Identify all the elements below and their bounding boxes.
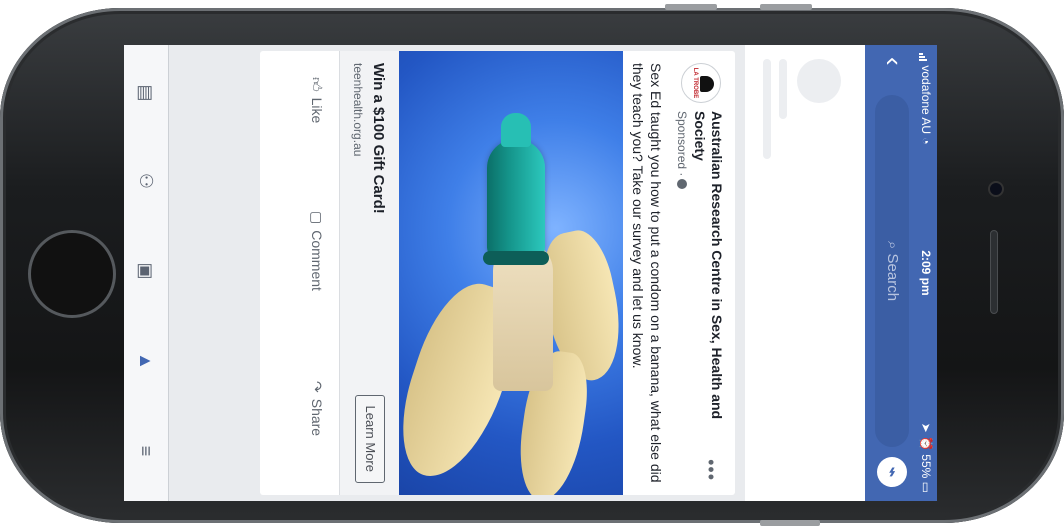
globe-icon xyxy=(677,179,687,190)
phone-frame: vodafone AU ◔ 2:09 pm ➤ ⏰ 55% ▭ ‹ ⌕ Sear… xyxy=(0,4,1064,526)
search-input[interactable]: ⌕ Search xyxy=(875,95,909,447)
volume-button xyxy=(760,4,812,10)
share-icon: ↷ xyxy=(309,381,325,393)
ad-link-footer[interactable]: Win a $100 Gift Card! teenhealth.org.au … xyxy=(339,51,399,495)
search-icon: ⌕ xyxy=(884,240,901,250)
earpiece-speaker xyxy=(990,230,998,314)
rotated-content: vodafone AU ◔ 2:09 pm ➤ ⏰ 55% ▭ ‹ ⌕ Sear… xyxy=(124,45,937,501)
ad-domain: teenhealth.org.au xyxy=(351,63,365,157)
post-actions: 👍︎ Like ▢ Comment ↷ Share xyxy=(293,51,339,495)
news-feed-icon[interactable]: ▤ xyxy=(134,81,158,105)
share-label: Share xyxy=(309,398,325,437)
volume-button xyxy=(665,4,717,10)
loading-placeholder xyxy=(745,45,865,501)
marketplace-icon[interactable]: ▣ xyxy=(134,259,158,283)
bird-logo-icon xyxy=(700,76,714,92)
comment-icon: ▢ xyxy=(309,211,325,225)
page-name[interactable]: Australian Research Centre in Sex, Healt… xyxy=(691,111,725,451)
mute-switch xyxy=(760,520,820,526)
more-options-icon[interactable]: ••• xyxy=(700,459,721,481)
back-chevron-icon[interactable]: ‹ xyxy=(879,57,909,66)
comment-label: Comment xyxy=(309,230,325,291)
condom-shape xyxy=(487,139,545,259)
skeleton-line xyxy=(779,59,787,119)
sponsored-post: LA TROBE Australian Research Centre in S… xyxy=(260,51,735,495)
like-button[interactable]: 👍︎ Like xyxy=(308,77,325,123)
location-icon: ➤ xyxy=(919,422,933,433)
condom-ring xyxy=(483,251,549,265)
news-feed: LA TROBE Australian Research Centre in S… xyxy=(124,45,865,501)
status-bar: vodafone AU ◔ 2:09 pm ➤ ⏰ 55% ▭ xyxy=(917,45,937,501)
battery-percent: 55% xyxy=(919,454,933,479)
alarm-icon: ⏰ xyxy=(919,435,933,451)
skeleton-avatar xyxy=(797,59,841,103)
messenger-icon[interactable]: ⌁ xyxy=(877,457,907,487)
nav-bar: ‹ ⌕ Search ⌁ xyxy=(865,45,917,501)
like-label: Like xyxy=(309,97,325,124)
comment-button[interactable]: ▢ Comment xyxy=(308,211,325,291)
notifications-icon[interactable]: ▲ xyxy=(134,349,158,373)
sponsored-text: Sponsored · xyxy=(675,111,689,177)
front-camera xyxy=(988,181,1004,197)
skeleton-line xyxy=(763,59,771,159)
status-right: ➤ ⏰ 55% ▭ xyxy=(919,423,933,493)
logo-text: LA TROBE xyxy=(692,67,698,99)
page-avatar[interactable]: LA TROBE xyxy=(681,63,721,103)
search-placeholder: Search xyxy=(884,253,901,302)
battery-icon: ▭ xyxy=(919,481,933,493)
share-button[interactable]: ↷ Share xyxy=(308,381,325,436)
ad-image[interactable] xyxy=(399,51,623,495)
menu-icon[interactable]: ≡ xyxy=(134,439,158,463)
post-header: LA TROBE Australian Research Centre in S… xyxy=(671,51,735,495)
screen: vodafone AU ◔ 2:09 pm ➤ ⏰ 55% ▭ ‹ ⌕ Sear… xyxy=(124,45,937,501)
thumbs-up-icon: 👍︎ xyxy=(309,77,325,92)
condom-tip xyxy=(501,113,531,147)
home-button[interactable] xyxy=(28,230,116,318)
sponsored-label: Sponsored · xyxy=(675,111,689,190)
learn-more-button[interactable]: Learn More xyxy=(355,394,385,483)
ad-title[interactable]: Win a $100 Gift Card! xyxy=(370,63,387,214)
groups-icon[interactable]: ⚇ xyxy=(134,169,158,193)
post-text: Sex Ed taught you how to put a condom on… xyxy=(630,63,664,483)
bottom-tab-bar: ▤ ⚇ ▣ ▲ ≡ xyxy=(124,45,169,501)
